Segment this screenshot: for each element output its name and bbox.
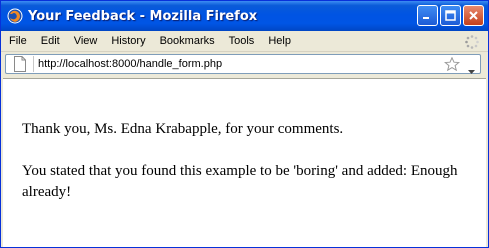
url-separator [33, 56, 34, 72]
menu-tools[interactable]: Tools [222, 35, 262, 47]
url-bar[interactable]: http://localhost:8000/handle_form.php [5, 54, 481, 74]
maximize-button[interactable] [440, 5, 461, 26]
menu-history[interactable]: History [104, 35, 152, 47]
menu-help[interactable]: Help [261, 35, 298, 47]
menu-file[interactable]: File [1, 35, 34, 47]
url-text[interactable]: http://localhost:8000/handle_form.php [38, 58, 222, 70]
title-bar[interactable]: Your Feedback - Mozilla Firefox [1, 1, 488, 31]
page-content: Thank you, Ms. Edna Krabapple, for your … [3, 78, 486, 247]
star-icon[interactable] [443, 56, 461, 72]
menu-bookmarks[interactable]: Bookmarks [153, 35, 222, 47]
navigation-bar: http://localhost:8000/handle_form.php [1, 52, 488, 78]
browser-window: Your Feedback - Mozilla Firefox File Edi… [0, 0, 489, 248]
page-icon[interactable] [13, 56, 27, 72]
throbber-icon [464, 34, 480, 50]
minimize-button[interactable] [417, 5, 438, 26]
window-title: Your Feedback - Mozilla Firefox [28, 8, 258, 24]
menu-bar: File Edit View History Bookmarks Tools H… [1, 31, 488, 52]
close-button[interactable] [463, 5, 484, 26]
dropdown-arrow-icon[interactable] [468, 62, 475, 74]
feedback-summary: You stated that you found this example t… [22, 163, 458, 200]
menu-edit[interactable]: Edit [34, 35, 67, 47]
firefox-icon[interactable] [7, 8, 23, 24]
window-controls [417, 5, 484, 26]
thank-you-message: Thank you, Ms. Edna Krabapple, for your … [22, 121, 344, 137]
menu-view[interactable]: View [67, 35, 105, 47]
